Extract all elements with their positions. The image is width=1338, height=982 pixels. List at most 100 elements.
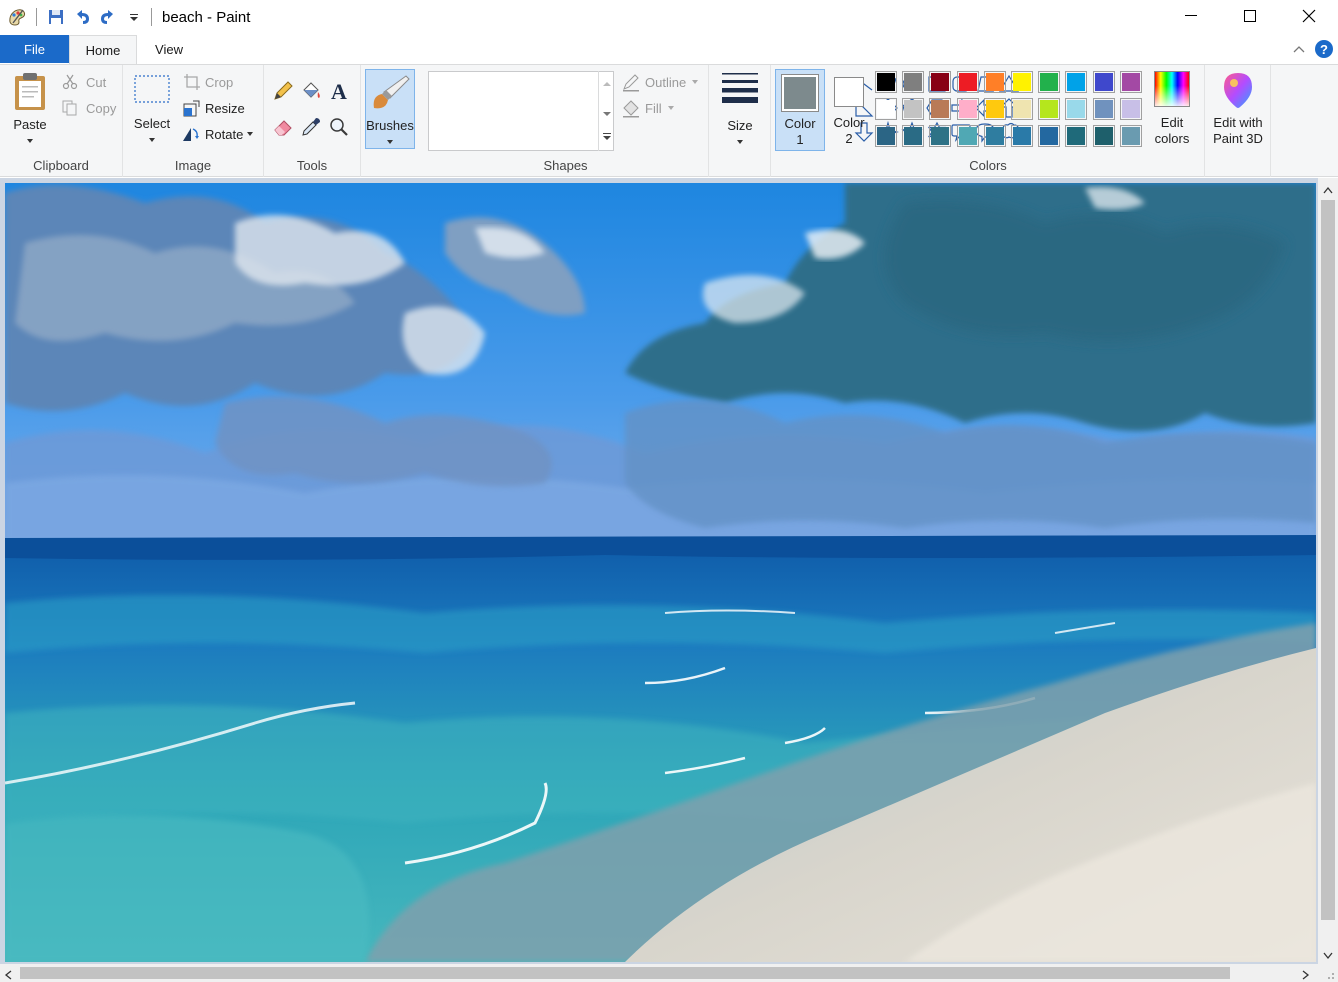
scroll-up-icon[interactable]	[1323, 182, 1333, 197]
tools-group-label: Tools	[296, 158, 328, 173]
tab-view[interactable]: View	[137, 35, 201, 63]
selection-rectangle-icon	[134, 75, 170, 103]
paint-app-icon[interactable]	[6, 6, 28, 28]
size-button[interactable]: Size	[715, 71, 765, 144]
cut-button[interactable]: Cut	[62, 71, 106, 93]
scroll-right-icon[interactable]	[1302, 968, 1310, 982]
palette-swatch[interactable]	[1092, 125, 1115, 147]
tab-home[interactable]: Home	[69, 35, 137, 65]
palette-swatch-fill	[958, 100, 977, 118]
palette-swatch[interactable]	[956, 98, 979, 120]
outline-button[interactable]: Outline	[621, 71, 699, 93]
palette-swatch[interactable]	[956, 125, 979, 147]
palette-swatch[interactable]	[875, 71, 897, 93]
undo-icon[interactable]	[71, 6, 93, 28]
palette-swatch[interactable]	[1119, 125, 1142, 147]
select-button[interactable]: Select	[131, 73, 173, 142]
drawing-canvas[interactable]	[5, 183, 1316, 962]
palette-swatch[interactable]	[1038, 71, 1061, 93]
palette-swatch[interactable]	[1119, 98, 1142, 120]
copy-button[interactable]: Copy	[62, 97, 116, 119]
vertical-scrollbar[interactable]	[1318, 178, 1338, 964]
palette-swatch[interactable]	[1065, 98, 1088, 120]
palette-swatch[interactable]	[983, 71, 1006, 93]
palette-swatch[interactable]	[1011, 125, 1033, 147]
paste-dropdown-icon[interactable]	[27, 139, 33, 143]
color1-fill	[784, 77, 816, 109]
color-picker-icon[interactable]	[299, 115, 323, 139]
palette-swatch[interactable]	[902, 71, 925, 93]
vertical-scroll-thumb[interactable]	[1321, 200, 1335, 920]
size-label: Size	[727, 118, 753, 133]
palette-swatch[interactable]	[929, 125, 952, 147]
collapse-ribbon-icon[interactable]	[1288, 38, 1310, 60]
brushes-dropdown-icon[interactable]	[387, 140, 393, 144]
line-size-icon	[722, 73, 758, 103]
palette-swatch-fill	[1067, 100, 1086, 118]
minimize-icon[interactable]	[1161, 0, 1220, 32]
palette-swatch[interactable]	[1011, 98, 1033, 120]
pencil-icon[interactable]	[271, 79, 295, 103]
palette-swatch[interactable]	[1092, 71, 1115, 93]
image-group: Select Crop Resize Rotate Image	[123, 65, 264, 177]
brushes-label: Brushes	[366, 118, 414, 133]
palette-swatch[interactable]	[929, 71, 952, 93]
palette-swatch[interactable]	[1038, 98, 1061, 120]
shapes-gallery-scroll[interactable]	[598, 71, 614, 151]
quick-access-toolbar	[0, 0, 160, 34]
crop-button[interactable]: Crop	[183, 71, 233, 93]
outline-dropdown-icon[interactable]	[692, 80, 699, 84]
color2-button[interactable]: Color 2	[827, 69, 871, 151]
save-icon[interactable]	[45, 6, 67, 28]
palette-swatch[interactable]	[902, 98, 925, 120]
fill-dropdown-icon[interactable]	[667, 106, 674, 110]
paste-button[interactable]: Paste	[8, 71, 52, 143]
palette-swatch[interactable]	[983, 98, 1006, 120]
palette-swatch[interactable]	[1038, 125, 1061, 147]
scroll-left-icon[interactable]	[4, 968, 12, 982]
redo-icon[interactable]	[97, 6, 119, 28]
horizontal-scrollbar[interactable]	[0, 964, 1318, 982]
edit-with-paint3d-button[interactable]: Edit with Paint 3D	[1207, 71, 1269, 147]
color1-button[interactable]: Color 1	[775, 69, 825, 151]
resize-grip-icon[interactable]	[1318, 964, 1338, 982]
fill-bucket-icon[interactable]	[299, 79, 323, 103]
text-icon[interactable]: A	[327, 79, 351, 103]
palette-swatch-fill	[1121, 100, 1140, 118]
palette-swatch[interactable]	[875, 125, 897, 147]
resize-label: Resize	[205, 100, 245, 116]
palette-swatch[interactable]	[1092, 98, 1115, 120]
close-icon[interactable]	[1279, 0, 1338, 32]
palette-swatch[interactable]	[929, 98, 952, 120]
magnifier-icon[interactable]	[327, 115, 351, 139]
horizontal-scroll-thumb[interactable]	[20, 967, 1230, 979]
help-icon[interactable]: ?	[1313, 38, 1335, 60]
palette-swatch[interactable]	[1011, 71, 1033, 93]
palette-swatch-fill	[958, 73, 977, 91]
resize-button[interactable]: Resize	[183, 97, 245, 119]
palette-swatch[interactable]	[1065, 125, 1088, 147]
customize-toolbar-icon[interactable]	[123, 6, 145, 28]
palette-swatch[interactable]	[956, 71, 979, 93]
rotate-dropdown-icon[interactable]	[247, 132, 254, 136]
eraser-icon[interactable]	[271, 115, 295, 139]
edit-colors-button[interactable]: Edit colors	[1149, 71, 1195, 147]
shapes-group: Outline Fill Shapes	[423, 65, 1020, 177]
tab-file[interactable]: File	[0, 35, 69, 63]
palette-swatch-fill	[1013, 100, 1031, 118]
maximize-icon[interactable]	[1220, 0, 1279, 32]
size-dropdown-icon[interactable]	[737, 140, 743, 144]
select-dropdown-icon[interactable]	[149, 138, 155, 142]
fill-button[interactable]: Fill	[621, 97, 674, 119]
palette-swatch[interactable]	[1119, 71, 1142, 93]
resize-icon	[183, 100, 200, 117]
palette-swatch-fill	[931, 73, 950, 91]
palette-swatch[interactable]	[875, 98, 897, 120]
scroll-down-icon[interactable]	[1323, 948, 1333, 963]
brushes-button[interactable]: Brushes	[365, 69, 415, 149]
palette-swatch[interactable]	[983, 125, 1006, 147]
crop-label: Crop	[205, 74, 234, 90]
palette-swatch[interactable]	[1065, 71, 1088, 93]
palette-swatch[interactable]	[902, 125, 925, 147]
rotate-button[interactable]: Rotate	[181, 123, 254, 145]
